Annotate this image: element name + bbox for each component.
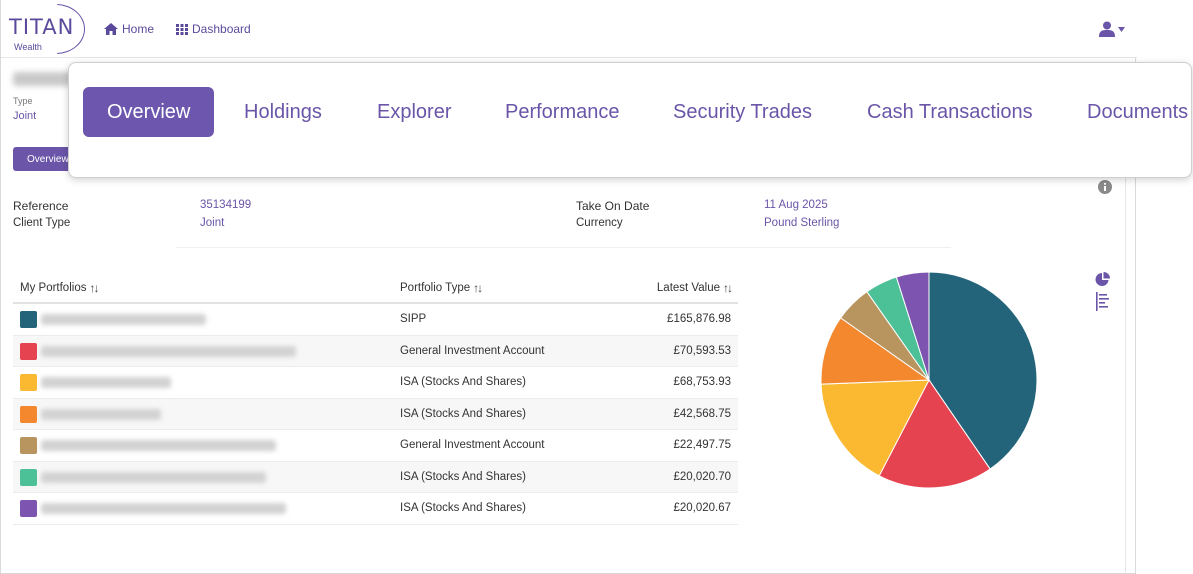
portfolio-color-swatch [20, 405, 37, 423]
logo-text: TITAN [9, 15, 75, 39]
tab-holdings[interactable]: Holdings [244, 87, 322, 137]
sort-icon: ↑↓ [89, 281, 99, 295]
client-type-label: Client Type [13, 217, 71, 229]
header-portfolio-type-label: Portfolio Type [400, 282, 471, 294]
portfolio-color-swatch [20, 374, 37, 391]
take-on-date-label: Take On Date [576, 199, 650, 213]
portfolio-color-swatch [20, 342, 37, 360]
portfolio-name-redacted [41, 471, 266, 483]
table-header-row: My Portfolios ↑↓ Portfolio Type ↑↓ Lates… [13, 272, 738, 304]
latest-value-cell: £68,753.93 [673, 376, 731, 388]
tab-bar-callout: Overview Holdings Explorer Performance S… [68, 62, 1192, 178]
portfolio-name-redacted [41, 408, 161, 420]
info-divider [176, 247, 951, 248]
header-latest-value-label: Latest Value [656, 282, 720, 294]
logo-subtext: Wealth [14, 42, 42, 52]
nav-home-label: Home [122, 22, 155, 36]
titan-wealth-logo[interactable]: TITAN Wealth [5, 4, 87, 54]
tab-overview[interactable]: Overview [83, 87, 215, 137]
latest-value-cell: £165,876.98 [667, 313, 731, 325]
type-value: Joint [13, 110, 37, 122]
portfolio-pie-chart [820, 271, 1038, 489]
portfolio-color-swatch [20, 468, 37, 486]
chevron-down-icon [1118, 26, 1125, 32]
table-row[interactable]: SIPP £165,876.98 [13, 304, 738, 336]
list-icon[interactable] [1095, 292, 1110, 312]
table-row[interactable]: ISA (Stocks And Shares) £42,568.75 [13, 398, 738, 430]
portfolio-type-cell: SIPP [400, 313, 427, 325]
sort-icon: ↑↓ [473, 281, 483, 295]
portfolio-color-swatch [20, 311, 37, 328]
latest-value-cell: £70,593.53 [673, 344, 731, 357]
currency-label: Currency [576, 217, 623, 229]
portfolio-type-cell: ISA (Stocks And Shares) [400, 502, 526, 514]
portfolio-type-cell: ISA (Stocks And Shares) [400, 470, 526, 483]
user-icon [1099, 21, 1115, 37]
nav-dashboard-label: Dashboard [192, 22, 251, 36]
info-icon[interactable] [1098, 180, 1112, 194]
top-navbar: TITAN Wealth Home Dashboard [1, 0, 1137, 58]
portfolio-type-cell: General Investment Account [400, 439, 545, 451]
pie-chart-icon[interactable] [1095, 272, 1110, 287]
latest-value-cell: £20,020.67 [673, 502, 731, 514]
portfolio-name-redacted [41, 314, 206, 325]
portfolio-table: My Portfolios ↑↓ Portfolio Type ↑↓ Lates… [13, 272, 738, 525]
nav-home-link[interactable]: Home [104, 22, 154, 36]
header-latest-value[interactable]: Latest Value ↑↓ [656, 281, 733, 295]
table-row[interactable]: ISA (Stocks And Shares) £68,753.93 [13, 367, 738, 399]
type-label: Type [13, 96, 33, 106]
portfolio-name-redacted [41, 503, 286, 514]
tab-documents[interactable]: Documents [1087, 87, 1188, 137]
portfolio-type-cell: ISA (Stocks And Shares) [400, 407, 526, 420]
chart-view-toggle [1095, 272, 1110, 312]
portfolio-color-swatch [20, 437, 37, 454]
user-menu[interactable] [1099, 21, 1125, 37]
portfolio-name-redacted [41, 440, 276, 451]
grid-icon [176, 23, 188, 35]
table-row[interactable]: ISA (Stocks And Shares) £20,020.67 [13, 493, 738, 525]
latest-value-cell: £20,020.70 [673, 470, 731, 483]
reference-value: 35134199 [200, 199, 252, 211]
reference-label: Reference [13, 199, 69, 213]
sort-icon: ↑↓ [723, 281, 733, 295]
latest-value-cell: £42,568.75 [673, 407, 731, 420]
currency-value: Pound Sterling [764, 217, 840, 229]
tab-cash-transactions[interactable]: Cash Transactions [867, 87, 1033, 137]
latest-value-cell: £22,497.75 [673, 439, 731, 451]
take-on-date-value: 11 Aug 2025 [764, 199, 828, 211]
header-my-portfolios[interactable]: My Portfolios ↑↓ [20, 281, 99, 295]
table-body: SIPP £165,876.98 General Investment Accoun… [13, 304, 738, 525]
nav-dashboard-link[interactable]: Dashboard [176, 22, 251, 36]
table-row[interactable]: General Investment Account £70,593.53 [13, 335, 738, 367]
portfolio-type-cell: General Investment Account [400, 344, 545, 357]
client-name-redacted [13, 72, 73, 86]
portfolio-type-cell: ISA (Stocks And Shares) [400, 376, 526, 388]
header-my-portfolios-label: My Portfolios [20, 282, 87, 294]
tab-explorer[interactable]: Explorer [377, 87, 451, 137]
client-type-value: Joint [200, 217, 225, 229]
portfolio-color-swatch [20, 500, 37, 517]
tab-performance[interactable]: Performance [505, 87, 620, 137]
header-portfolio-type[interactable]: Portfolio Type ↑↓ [400, 281, 483, 295]
table-row[interactable]: General Investment Account £22,497.75 [13, 430, 738, 462]
portfolio-name-redacted [41, 345, 296, 357]
table-row[interactable]: ISA (Stocks And Shares) £20,020.70 [13, 461, 738, 493]
portfolio-name-redacted [41, 377, 171, 388]
right-panel-divider [1125, 175, 1126, 574]
home-icon [104, 23, 118, 35]
tab-security-trades[interactable]: Security Trades [673, 87, 812, 137]
